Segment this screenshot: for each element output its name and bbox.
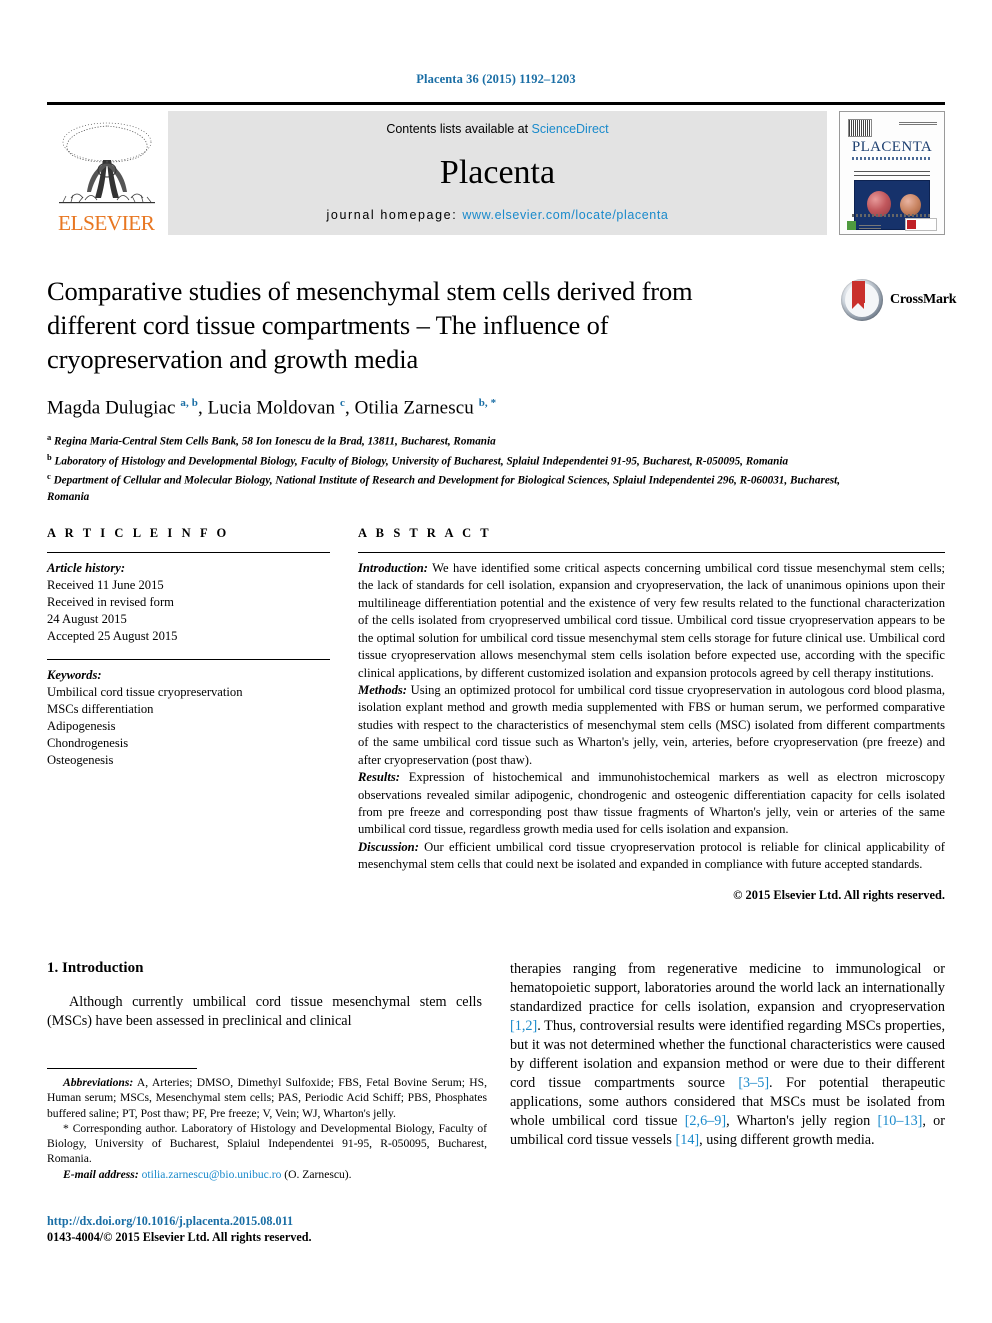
title-block: Comparative studies of mesenchymal stem … <box>47 275 957 506</box>
cover-subtitle <box>852 157 932 160</box>
keyword-item: Adipogenesis <box>47 718 116 733</box>
abstract-column: A B S T R A C T Introduction: We have id… <box>358 526 945 903</box>
keyword-item: Osteogenesis <box>47 753 114 768</box>
journal-band: Contents lists available at ScienceDirec… <box>168 111 827 235</box>
keywords-list: Umbilical cord tissue cryopreservation MS… <box>47 684 330 770</box>
keywords-label: Keywords: <box>47 667 102 682</box>
journal-header: ELSEVIER Contents lists available at Sci… <box>47 102 945 235</box>
cover-specimen-right <box>900 194 921 216</box>
corresponding-author-note: * Corresponding author. Laboratory of Hi… <box>47 1121 487 1166</box>
abstract-heading: A B S T R A C T <box>358 525 492 540</box>
abstract-section: Introduction: We have identified some cr… <box>358 560 945 680</box>
contents-prefix: Contents lists available at <box>386 122 532 136</box>
author-list: Magda Dulugiac a, b, Lucia Moldovan c, O… <box>47 396 497 419</box>
footnote-block: Abbreviations: A, Arteries; DMSO, Dimeth… <box>47 1068 487 1182</box>
cover-logo-left-icon <box>847 221 856 230</box>
abbreviations-note: Abbreviations: A, Arteries; DMSO, Dimeth… <box>47 1075 487 1121</box>
sciencedirect-link[interactable]: ScienceDirect <box>532 122 609 136</box>
cover-logo-left-text <box>859 223 881 229</box>
intro-paragraph-right: therapies ranging from regenerative medi… <box>510 961 945 1149</box>
issn-copyright-line: 0143-4004/© 2015 Elsevier Ltd. All right… <box>47 1230 312 1245</box>
email-label: E-mail address: <box>63 1167 139 1181</box>
citation-ref[interactable]: [14] <box>676 1132 700 1148</box>
article-history-line: Accepted 25 August 2015 <box>47 629 178 644</box>
elsevier-tree-icon <box>51 118 163 213</box>
cover-title: PLACENTA <box>851 139 933 155</box>
abbreviations-label: Abbreviations: <box>63 1076 134 1089</box>
running-head: Placenta 36 (2015) 1192–1203 <box>416 72 576 86</box>
footnote-rule <box>47 1068 197 1069</box>
body-column-right: therapies ranging from regenerative medi… <box>510 960 945 1150</box>
elsevier-wordmark: ELSEVIER <box>58 211 155 235</box>
email-suffix: (O. Zarnescu). <box>281 1167 352 1181</box>
article-history-line: Received in revised form <box>47 595 174 610</box>
keyword-item: MSCs differentiation <box>47 701 154 716</box>
affiliation: c Department of Cellular and Molecular B… <box>47 471 841 503</box>
abstract-section: Results: Expression of histochemical and… <box>358 770 945 837</box>
keyword-item: Chondrogenesis <box>47 736 129 750</box>
cover-blurb <box>854 168 930 176</box>
citation-ref[interactable]: [2,6–9] <box>685 1113 726 1129</box>
abstract-section-label: Methods: <box>358 682 407 697</box>
contents-line: Contents lists available at ScienceDirec… <box>386 122 608 136</box>
article-history-label: Article history: <box>47 560 126 575</box>
crossmark-label: CrossMark <box>890 292 957 307</box>
copyright-line: © 2015 Elsevier Ltd. All rights reserved… <box>733 887 945 902</box>
article-history-line: Received 11 June 2015 <box>47 578 164 592</box>
intro-paragraph-left: Although currently umbilical cord tissue… <box>47 994 482 1030</box>
abstract-body: Introduction: We have identified some cr… <box>358 553 945 874</box>
abstract-section: Methods: Using an optimized protocol for… <box>358 682 945 767</box>
crossmark-badge[interactable]: CrossMark <box>841 277 957 323</box>
email-link[interactable]: otilia.zarnescu@bio.unibuc.ro <box>142 1168 282 1181</box>
citation-ref[interactable]: [10–13] <box>877 1113 922 1129</box>
doi-footer: http://dx.doi.org/10.1016/j.placenta.201… <box>47 1213 312 1246</box>
keywords-block: Keywords: Umbilical cord tissue cryopres… <box>47 660 330 770</box>
abstract-section: Discussion: Our efficient umbilical cord… <box>358 839 945 872</box>
section-heading-introduction: 1. Introduction <box>47 960 144 976</box>
homepage-prefix: journal homepage: <box>326 208 463 222</box>
cover-logo-right-icon <box>905 218 937 231</box>
citation-ref[interactable]: [1,2] <box>510 1018 537 1034</box>
article-history-line: 24 August 2015 <box>47 612 127 627</box>
citation-ref[interactable]: [3–5] <box>738 1075 769 1091</box>
info-abstract-row: A R T I C L E I N F O Article history: R… <box>47 526 945 903</box>
affiliation: b Laboratory of Histology and Developmen… <box>47 451 789 468</box>
journal-cover-thumbnail[interactable]: PLACENTA <box>839 111 945 235</box>
cover-footer-text <box>852 214 932 217</box>
email-note: E-mail address: otilia.zarnescu@bio.unib… <box>47 1167 487 1182</box>
cover-barcode-icon <box>848 119 872 137</box>
article-history: Article history: Received 11 June 2015 Re… <box>47 553 330 646</box>
affiliation: a Regina Maria-Central Stem Cells Bank, … <box>47 432 496 448</box>
abstract-section-label: Discussion: <box>358 839 419 854</box>
homepage-link[interactable]: www.elsevier.com/locate/placenta <box>462 208 668 222</box>
keyword-item: Umbilical cord tissue cryopreservation <box>47 684 243 699</box>
doi-link[interactable]: http://dx.doi.org/10.1016/j.placenta.201… <box>47 1213 312 1229</box>
affiliation-list: a Regina Maria-Central Stem Cells Bank, … <box>47 431 877 506</box>
abstract-section-label: Introduction: <box>358 560 428 575</box>
article-history-lines: Received 11 June 2015 Received in revised… <box>47 577 330 646</box>
article-info-column: A R T I C L E I N F O Article history: R… <box>47 526 330 903</box>
article-info-heading: A R T I C L E I N F O <box>47 525 230 540</box>
journal-homepage-line: journal homepage: www.elsevier.com/locat… <box>327 208 669 222</box>
journal-title: Placenta <box>439 154 556 191</box>
page-title: Comparative studies of mesenchymal stem … <box>47 276 693 374</box>
cover-header-text <box>899 121 937 125</box>
article-page: Placenta 36 (2015) 1192–1203 ELSEVIER Co… <box>0 0 992 1323</box>
crossmark-icon <box>841 279 883 321</box>
abstract-section-label: Results: <box>358 770 400 785</box>
elsevier-logo: ELSEVIER <box>47 111 166 235</box>
